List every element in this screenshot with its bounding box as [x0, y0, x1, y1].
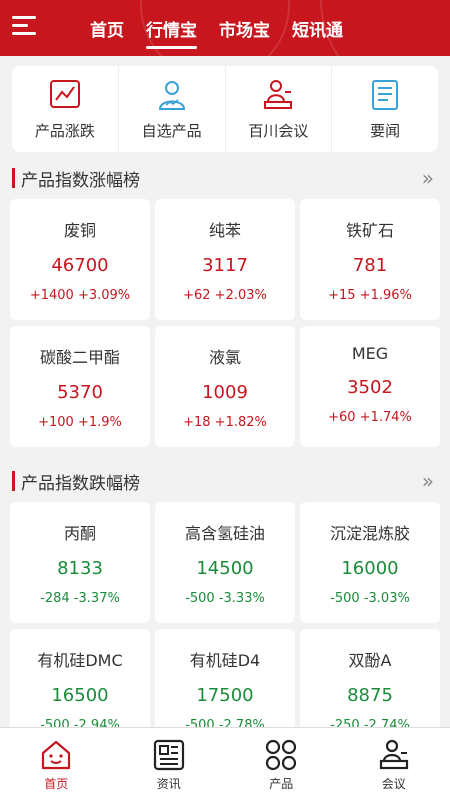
product-card[interactable]: 铁矿石 781 +15 +1.96% — [300, 199, 440, 320]
product-card[interactable]: 纯苯 3117 +62 +2.03% — [155, 199, 295, 320]
product-change: +18 +1.82% — [183, 415, 267, 430]
product-name: 碳酸二甲酯 — [39, 348, 120, 367]
product-name: 废铜 — [63, 221, 96, 240]
bottom-nav-home[interactable]: 首页 — [0, 728, 113, 800]
newspaper-icon — [153, 739, 184, 770]
quick-link-news[interactable]: 要闻 — [332, 66, 438, 152]
product-name: MEG — [351, 344, 389, 363]
product-name: 沉淀混炼胶 — [329, 524, 410, 543]
bottom-nav-label: 产品 — [269, 776, 294, 791]
product-price: 781 — [352, 255, 388, 276]
news-icon — [372, 79, 399, 110]
tab-sms[interactable]: 短讯通 — [292, 12, 343, 45]
product-price: 3117 — [202, 255, 248, 276]
bottom-nav: 首页 资讯 产品 会议 — [0, 727, 450, 800]
product-card[interactable]: MEG 3502 +60 +1.74% — [300, 326, 440, 447]
quick-link-label: 产品涨跌 — [34, 121, 95, 140]
quick-link-price-change[interactable]: 产品涨跌 — [12, 66, 119, 152]
product-change: +100 +1.9% — [38, 415, 122, 430]
bottom-nav-news[interactable]: 资讯 — [113, 728, 226, 800]
quick-link-watchlist[interactable]: 自选产品 — [119, 66, 226, 152]
chart-icon — [49, 79, 80, 108]
top-header: 首页 行情宝 市场宝 短讯通 — [0, 0, 450, 56]
product-change: +60 +1.74% — [328, 410, 412, 425]
product-change: -284 -3.37% — [40, 591, 120, 606]
product-price: 1009 — [202, 382, 248, 403]
product-price: 17500 — [196, 685, 254, 706]
product-name: 纯苯 — [208, 221, 241, 240]
product-name: 液氯 — [208, 348, 241, 367]
product-price: 5370 — [57, 382, 103, 403]
product-name: 高含氢硅油 — [184, 524, 265, 543]
quick-link-label: 要闻 — [370, 121, 401, 140]
bottom-nav-products[interactable]: 产品 — [225, 728, 338, 800]
product-card[interactable]: 碳酸二甲酯 5370 +100 +1.9% — [10, 326, 150, 447]
bottom-nav-label: 资讯 — [156, 776, 181, 791]
product-price: 46700 — [51, 255, 109, 276]
product-change: -500 -3.33% — [185, 591, 265, 606]
fall-grid: 丙酮 8133 -284 -3.37% 高含氢硅油 14500 -500 -3.… — [10, 502, 441, 750]
user-chart-icon — [158, 80, 185, 110]
product-name: 有机硅D4 — [189, 651, 261, 670]
tab-market-quotes[interactable]: 行情宝 — [146, 12, 197, 49]
quick-links: 产品涨跌 自选产品 百川会议 要闻 — [12, 66, 438, 152]
product-change: -500 -3.03% — [330, 591, 410, 606]
product-card[interactable]: 废铜 46700 +1400 +3.09% — [10, 199, 150, 320]
bottom-nav-label: 会议 — [381, 776, 406, 791]
product-card[interactable]: 液氯 1009 +18 +1.82% — [155, 326, 295, 447]
product-price: 16500 — [51, 685, 109, 706]
more-arrow-icon[interactable]: » — [422, 166, 434, 190]
quick-link-conference[interactable]: 百川会议 — [226, 66, 333, 152]
more-arrow-icon[interactable]: » — [422, 469, 434, 493]
menu-icon[interactable] — [12, 16, 36, 40]
top-nav: 首页 行情宝 市场宝 短讯通 — [90, 0, 365, 56]
speaker-podium-icon — [379, 739, 408, 769]
product-price: 8875 — [347, 685, 393, 706]
section-accent-bar — [12, 471, 15, 491]
product-name: 铁矿石 — [345, 221, 394, 240]
product-card[interactable]: 高含氢硅油 14500 -500 -3.33% — [155, 502, 295, 623]
fall-section-header: 产品指数跌幅榜 » — [12, 469, 438, 494]
product-name: 丙酮 — [63, 524, 96, 543]
product-price: 8133 — [57, 558, 103, 579]
product-change: +15 +1.96% — [328, 288, 412, 303]
bottom-nav-label: 首页 — [44, 776, 69, 791]
grid-icon — [266, 739, 297, 770]
product-price: 16000 — [341, 558, 399, 579]
quick-link-label: 百川会议 — [248, 121, 309, 140]
product-name: 双酚A — [348, 651, 392, 670]
product-card[interactable]: 丙酮 8133 -284 -3.37% — [10, 502, 150, 623]
section-title: 产品指数涨幅榜 — [21, 170, 140, 191]
product-change: +1400 +3.09% — [29, 288, 131, 303]
tab-home[interactable]: 首页 — [90, 12, 124, 45]
bottom-nav-meetings[interactable]: 会议 — [338, 728, 450, 800]
conference-icon — [264, 79, 293, 109]
product-price: 14500 — [196, 558, 254, 579]
rise-section-header: 产品指数涨幅榜 » — [12, 166, 438, 191]
quick-link-label: 自选产品 — [141, 121, 202, 140]
product-name: 有机硅DMC — [37, 651, 123, 670]
tab-market[interactable]: 市场宝 — [219, 12, 270, 45]
product-price: 3502 — [347, 377, 393, 398]
product-card[interactable]: 沉淀混炼胶 16000 -500 -3.03% — [300, 502, 440, 623]
home-icon — [42, 740, 71, 769]
section-title: 产品指数跌幅榜 — [21, 473, 140, 494]
section-accent-bar — [12, 168, 15, 188]
rise-grid: 废铜 46700 +1400 +3.09% 纯苯 3117 +62 +2.03%… — [10, 199, 441, 447]
product-change: +62 +2.03% — [183, 288, 267, 303]
